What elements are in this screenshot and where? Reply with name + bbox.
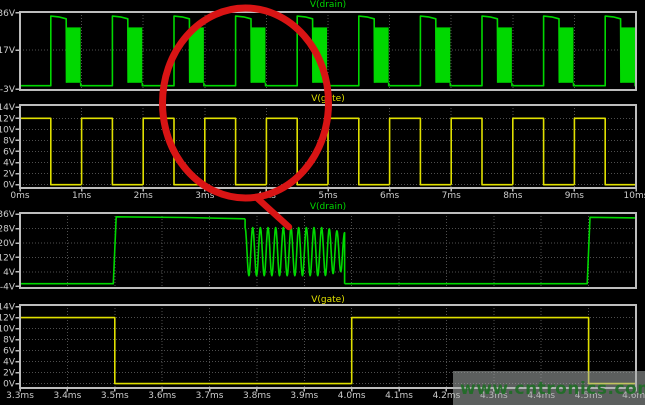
svg-text:10V: 10V bbox=[0, 125, 16, 135]
svg-text:7ms: 7ms bbox=[442, 191, 461, 201]
ringing-block bbox=[497, 27, 511, 82]
plot-title-gate-zoom: V(gate) bbox=[20, 295, 636, 305]
plot-title-gate-overview: V(gate) bbox=[20, 94, 636, 104]
trace bbox=[20, 217, 636, 284]
svg-text:3ms: 3ms bbox=[195, 191, 214, 201]
svg-text:9ms: 9ms bbox=[565, 191, 584, 201]
plot-title-drain-overview: V(drain) bbox=[20, 0, 636, 10]
svg-text:4V: 4V bbox=[3, 358, 16, 368]
svg-text:3.4ms: 3.4ms bbox=[53, 391, 81, 401]
svg-text:3.8ms: 3.8ms bbox=[243, 391, 271, 401]
svg-text:28V: 28V bbox=[0, 225, 16, 235]
panel-gate-overview: 14V12V10V8V6V 4V2V0V0ms 1ms 2ms 3ms 4ms 5ms 6ms… bbox=[0, 103, 645, 201]
svg-text:3.5ms: 3.5ms bbox=[101, 391, 129, 401]
svg-text:2ms: 2ms bbox=[134, 191, 153, 201]
svg-text:17V: 17V bbox=[0, 46, 16, 56]
svg-text:4ms: 4ms bbox=[257, 191, 276, 201]
svg-text:1ms: 1ms bbox=[72, 191, 91, 201]
svg-text:-3V: -3V bbox=[0, 85, 16, 95]
ringing-block bbox=[621, 27, 635, 82]
panel-drain-overview: 36V 17V -3V bbox=[0, 9, 636, 95]
y-axis-labels: 36V 28V 20V 12V 4V -4V bbox=[0, 210, 20, 292]
svg-text:12V: 12V bbox=[0, 253, 16, 263]
svg-text:3.7ms: 3.7ms bbox=[196, 391, 224, 401]
svg-text:36V: 36V bbox=[0, 210, 16, 220]
ringing-block bbox=[374, 27, 388, 82]
svg-text:10ms: 10ms bbox=[624, 191, 645, 201]
svg-text:12V: 12V bbox=[0, 314, 16, 324]
svg-text:-4V: -4V bbox=[0, 282, 16, 292]
svg-text:4.0ms: 4.0ms bbox=[338, 391, 366, 401]
ringing-block bbox=[436, 27, 450, 82]
trace bbox=[20, 118, 636, 184]
svg-text:0V: 0V bbox=[3, 380, 16, 390]
ringing-block bbox=[559, 27, 573, 82]
ringing-block bbox=[313, 27, 327, 82]
svg-text:14V: 14V bbox=[0, 303, 16, 313]
svg-text:0V: 0V bbox=[3, 181, 16, 191]
svg-text:6V: 6V bbox=[3, 347, 16, 357]
ringing-block bbox=[66, 27, 80, 82]
svg-text:2V: 2V bbox=[3, 170, 16, 180]
svg-text:14V: 14V bbox=[0, 103, 16, 113]
ringing-oscillation bbox=[245, 219, 345, 284]
panel-drain-zoom: 36V 28V 20V 12V 4V -4V bbox=[0, 210, 636, 292]
ringing-block bbox=[189, 27, 203, 82]
ringing-block bbox=[128, 27, 142, 82]
ringing-block bbox=[251, 27, 265, 82]
plot-title-drain-zoom: V(drain) bbox=[20, 202, 636, 212]
svg-text:6ms: 6ms bbox=[380, 191, 399, 201]
svg-text:6V: 6V bbox=[3, 147, 16, 157]
svg-text:3.6ms: 3.6ms bbox=[148, 391, 176, 401]
svg-text:8ms: 8ms bbox=[503, 191, 522, 201]
x-axis-labels: 0ms 1ms 2ms 3ms 4ms 5ms 6ms 7ms 8ms 9ms 10ms bbox=[10, 188, 645, 201]
svg-text:10V: 10V bbox=[0, 325, 16, 335]
svg-text:36V: 36V bbox=[0, 9, 16, 19]
svg-text:3.3ms: 3.3ms bbox=[6, 391, 34, 401]
watermark-box: www.cntronics.com bbox=[453, 371, 645, 405]
svg-text:4V: 4V bbox=[3, 159, 16, 169]
y-axis-labels: 14V12V10V8V6V 4V2V0V bbox=[0, 103, 20, 190]
watermark-text: www.cntronics.com bbox=[460, 379, 645, 399]
svg-text:5ms: 5ms bbox=[318, 191, 337, 201]
svg-text:12V: 12V bbox=[0, 114, 16, 124]
svg-text:8V: 8V bbox=[3, 136, 16, 146]
svg-text:0ms: 0ms bbox=[10, 191, 29, 201]
svg-text:8V: 8V bbox=[3, 336, 16, 346]
svg-text:3.9ms: 3.9ms bbox=[290, 391, 318, 401]
svg-text:4V: 4V bbox=[3, 268, 16, 278]
svg-text:4.1ms: 4.1ms bbox=[385, 391, 413, 401]
y-axis-labels: 14V12V10V8V6V4V2V0V bbox=[0, 303, 20, 390]
waveform-viewer-screenshot: 36V17V-3V14V12V10V8V6V4V2V0V0ms1ms2ms3ms… bbox=[0, 0, 645, 405]
svg-text:20V: 20V bbox=[0, 239, 16, 249]
svg-text:2V: 2V bbox=[3, 369, 16, 379]
y-axis-labels: 36V 17V -3V bbox=[0, 9, 20, 95]
